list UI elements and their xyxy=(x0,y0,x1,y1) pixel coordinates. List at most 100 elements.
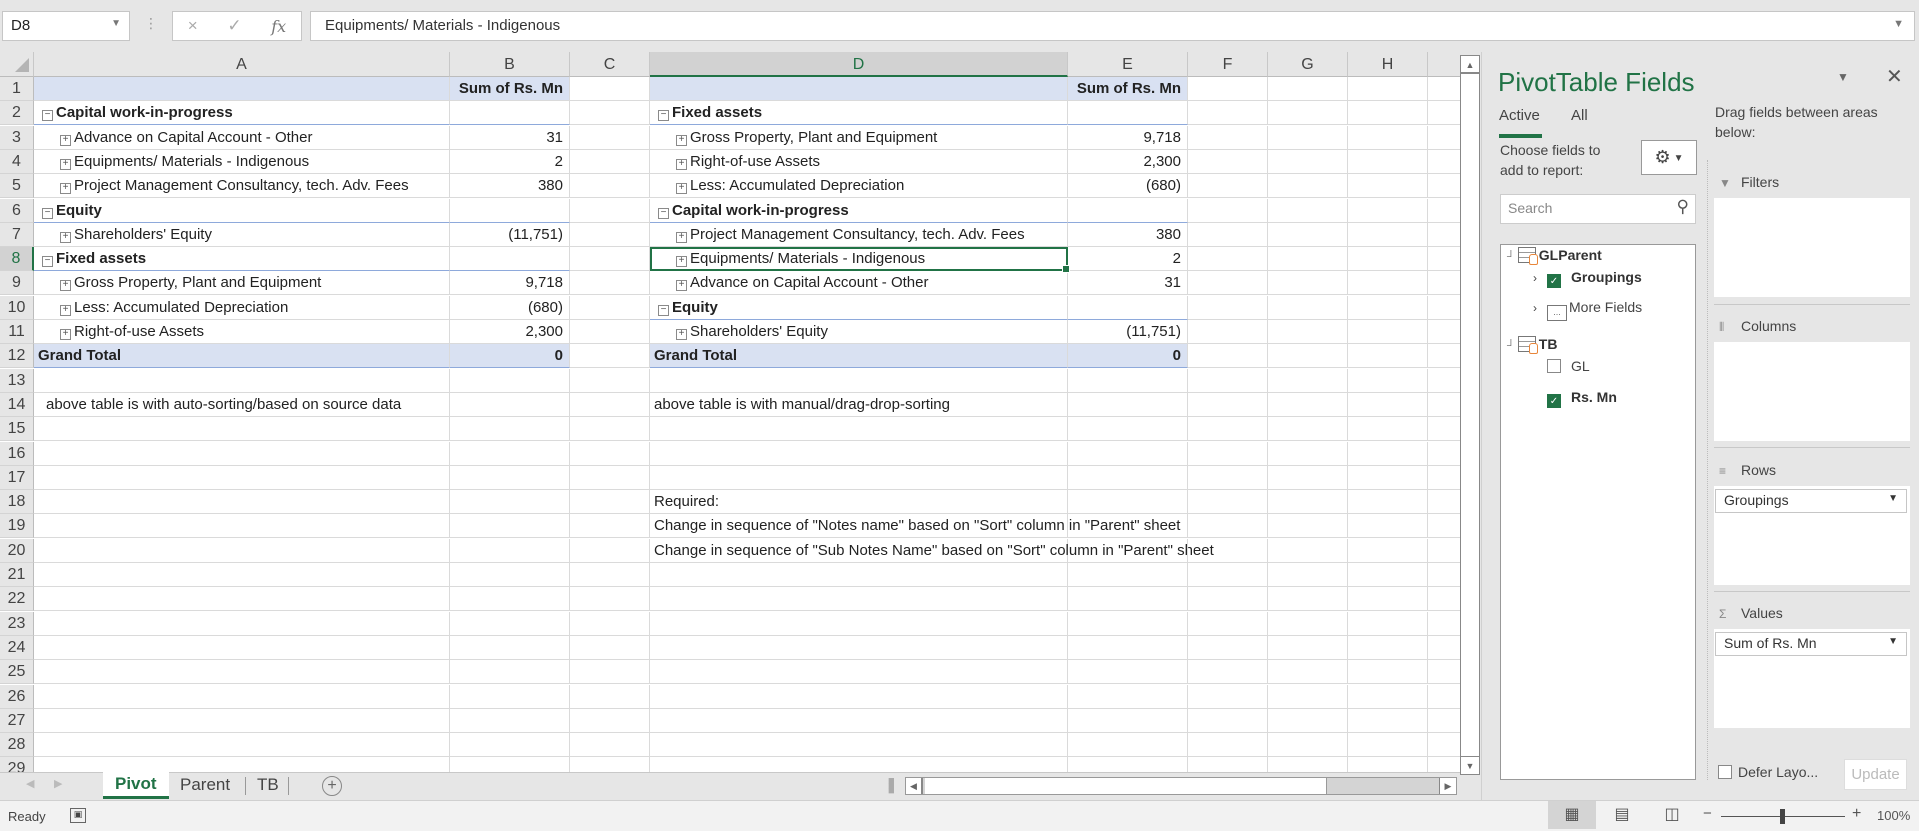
cell[interactable] xyxy=(1428,514,1460,539)
row-header-21[interactable]: 21 xyxy=(0,563,34,587)
cancel-icon[interactable]: × xyxy=(188,16,198,36)
cell[interactable] xyxy=(450,490,570,515)
cell[interactable] xyxy=(34,708,450,733)
expand-icon[interactable]: + xyxy=(676,256,687,268)
row-header-10[interactable]: 10 xyxy=(0,295,34,320)
expand-icon[interactable]: + xyxy=(60,329,71,340)
row-header-13[interactable]: 13 xyxy=(0,368,34,393)
page-layout-view-icon[interactable]: ▤ xyxy=(1598,801,1646,829)
close-icon[interactable]: ✕ xyxy=(1886,64,1903,89)
cell[interactable] xyxy=(1268,757,1348,772)
cell[interactable] xyxy=(650,441,1068,466)
cell[interactable] xyxy=(1188,271,1268,296)
cell[interactable] xyxy=(1068,368,1188,393)
tools-button[interactable]: ⚙ ▼ xyxy=(1641,140,1697,175)
table-tb[interactable]: ┘ TB xyxy=(1507,336,1557,354)
cell[interactable] xyxy=(34,490,450,515)
pivot-value[interactable]: 31 xyxy=(450,125,570,150)
cell[interactable] xyxy=(1268,271,1348,296)
cell[interactable] xyxy=(1188,392,1268,417)
expand-icon[interactable]: + xyxy=(60,158,71,170)
scroll-up-icon[interactable]: ▲ xyxy=(1461,56,1479,74)
cell[interactable] xyxy=(650,368,1068,393)
pivot-value[interactable]: (11,751) xyxy=(1068,320,1188,344)
row-header-24[interactable]: 24 xyxy=(0,635,34,660)
cell[interactable] xyxy=(1188,247,1268,272)
cell[interactable] xyxy=(1268,77,1348,101)
pivot-item[interactable]: + Advance on Capital Account - Other xyxy=(34,125,450,150)
cell[interactable] xyxy=(570,587,650,612)
cell[interactable] xyxy=(1268,733,1348,758)
requirement-line[interactable]: Change in sequence of "Sub Notes Name" b… xyxy=(650,538,1214,563)
row-header-15[interactable]: 15 xyxy=(0,417,34,442)
row-header-25[interactable]: 25 xyxy=(0,660,34,685)
cell[interactable] xyxy=(1428,369,1460,393)
cell[interactable] xyxy=(34,563,450,587)
worksheet-grid[interactable]: A B C D E F G H 1 Sum of Rs. Mn Sum of Rs.… xyxy=(0,52,1460,772)
collapse-icon[interactable]: − xyxy=(42,207,53,219)
cell[interactable] xyxy=(1068,587,1188,612)
cell[interactable] xyxy=(1428,442,1460,466)
cell[interactable] xyxy=(1428,685,1460,709)
pane-splitter[interactable] xyxy=(1707,160,1708,780)
formula-input[interactable]: Equipments/ Materials - Indigenous ▼ xyxy=(310,11,1915,41)
cell[interactable] xyxy=(1188,125,1268,150)
cell[interactable] xyxy=(1068,757,1188,772)
cell[interactable] xyxy=(34,368,450,393)
pivot-item[interactable]: + Right-of-use Assets xyxy=(34,320,450,344)
cell[interactable] xyxy=(1348,684,1428,709)
cell[interactable] xyxy=(450,684,570,709)
row-header-6[interactable]: 6 xyxy=(0,198,34,223)
cell[interactable] xyxy=(570,125,650,150)
cell[interactable] xyxy=(1268,538,1348,563)
row-header-2[interactable]: 2 xyxy=(0,101,34,126)
pivot-item[interactable]: + Gross Property, Plant and Equipment xyxy=(650,125,1068,150)
cell[interactable] xyxy=(1348,149,1428,174)
cell[interactable] xyxy=(570,563,650,587)
column-header-a[interactable]: A xyxy=(34,52,450,77)
cell[interactable] xyxy=(1188,344,1268,369)
cell[interactable] xyxy=(570,344,650,369)
cell[interactable] xyxy=(1268,490,1348,515)
cell[interactable] xyxy=(1428,490,1460,515)
cell[interactable] xyxy=(34,417,450,442)
cell[interactable] xyxy=(1268,514,1348,539)
sheet-tab-pivot[interactable]: Pivot xyxy=(103,772,169,799)
pivot-item[interactable]: + Shareholders' Equity xyxy=(34,222,450,247)
pivot-item[interactable]: + Equipments/ Materials - Indigenous xyxy=(34,149,450,174)
tab-all[interactable]: All xyxy=(1571,107,1588,124)
enter-icon[interactable]: ✓ xyxy=(227,16,241,36)
cell[interactable] xyxy=(570,222,650,247)
cell[interactable] xyxy=(450,611,570,636)
expand-formula-bar-icon[interactable]: ▼ xyxy=(1893,18,1904,30)
cell[interactable] xyxy=(570,101,650,126)
pivot-item[interactable]: + Project Management Consultancy, tech. A… xyxy=(34,174,450,199)
collapse-icon[interactable]: ┘ xyxy=(1507,340,1515,352)
cell[interactable] xyxy=(1068,417,1188,442)
pivot-value[interactable]: (11,751) xyxy=(450,222,570,247)
cell[interactable] xyxy=(1428,174,1460,199)
cell[interactable] xyxy=(1428,660,1460,685)
cell[interactable] xyxy=(34,587,450,612)
cell[interactable] xyxy=(1428,757,1460,772)
pivot-value[interactable] xyxy=(450,247,570,272)
cell[interactable] xyxy=(570,77,650,101)
gl-checkbox[interactable] xyxy=(1547,359,1561,373)
cell[interactable] xyxy=(1268,392,1348,417)
pivot-value-header[interactable]: Sum of Rs. Mn xyxy=(450,77,570,101)
cell[interactable] xyxy=(1348,392,1428,417)
insert-function-icon[interactable]: fx xyxy=(271,17,286,36)
cell[interactable] xyxy=(1188,368,1268,393)
chevron-right-icon[interactable]: › xyxy=(1533,271,1547,285)
cell[interactable] xyxy=(450,635,570,660)
cell[interactable] xyxy=(650,587,1068,612)
cell[interactable] xyxy=(1428,733,1460,758)
expand-icon[interactable]: + xyxy=(60,231,71,243)
zoom-out-icon[interactable]: − xyxy=(1703,805,1712,822)
expand-icon[interactable]: + xyxy=(60,134,71,146)
field-groupings[interactable]: › ✓ Groupings xyxy=(1533,269,1642,288)
cell[interactable] xyxy=(1428,636,1460,660)
cell[interactable] xyxy=(570,417,650,442)
row-header-17[interactable]: 17 xyxy=(0,465,34,490)
expand-icon[interactable]: + xyxy=(676,134,687,146)
